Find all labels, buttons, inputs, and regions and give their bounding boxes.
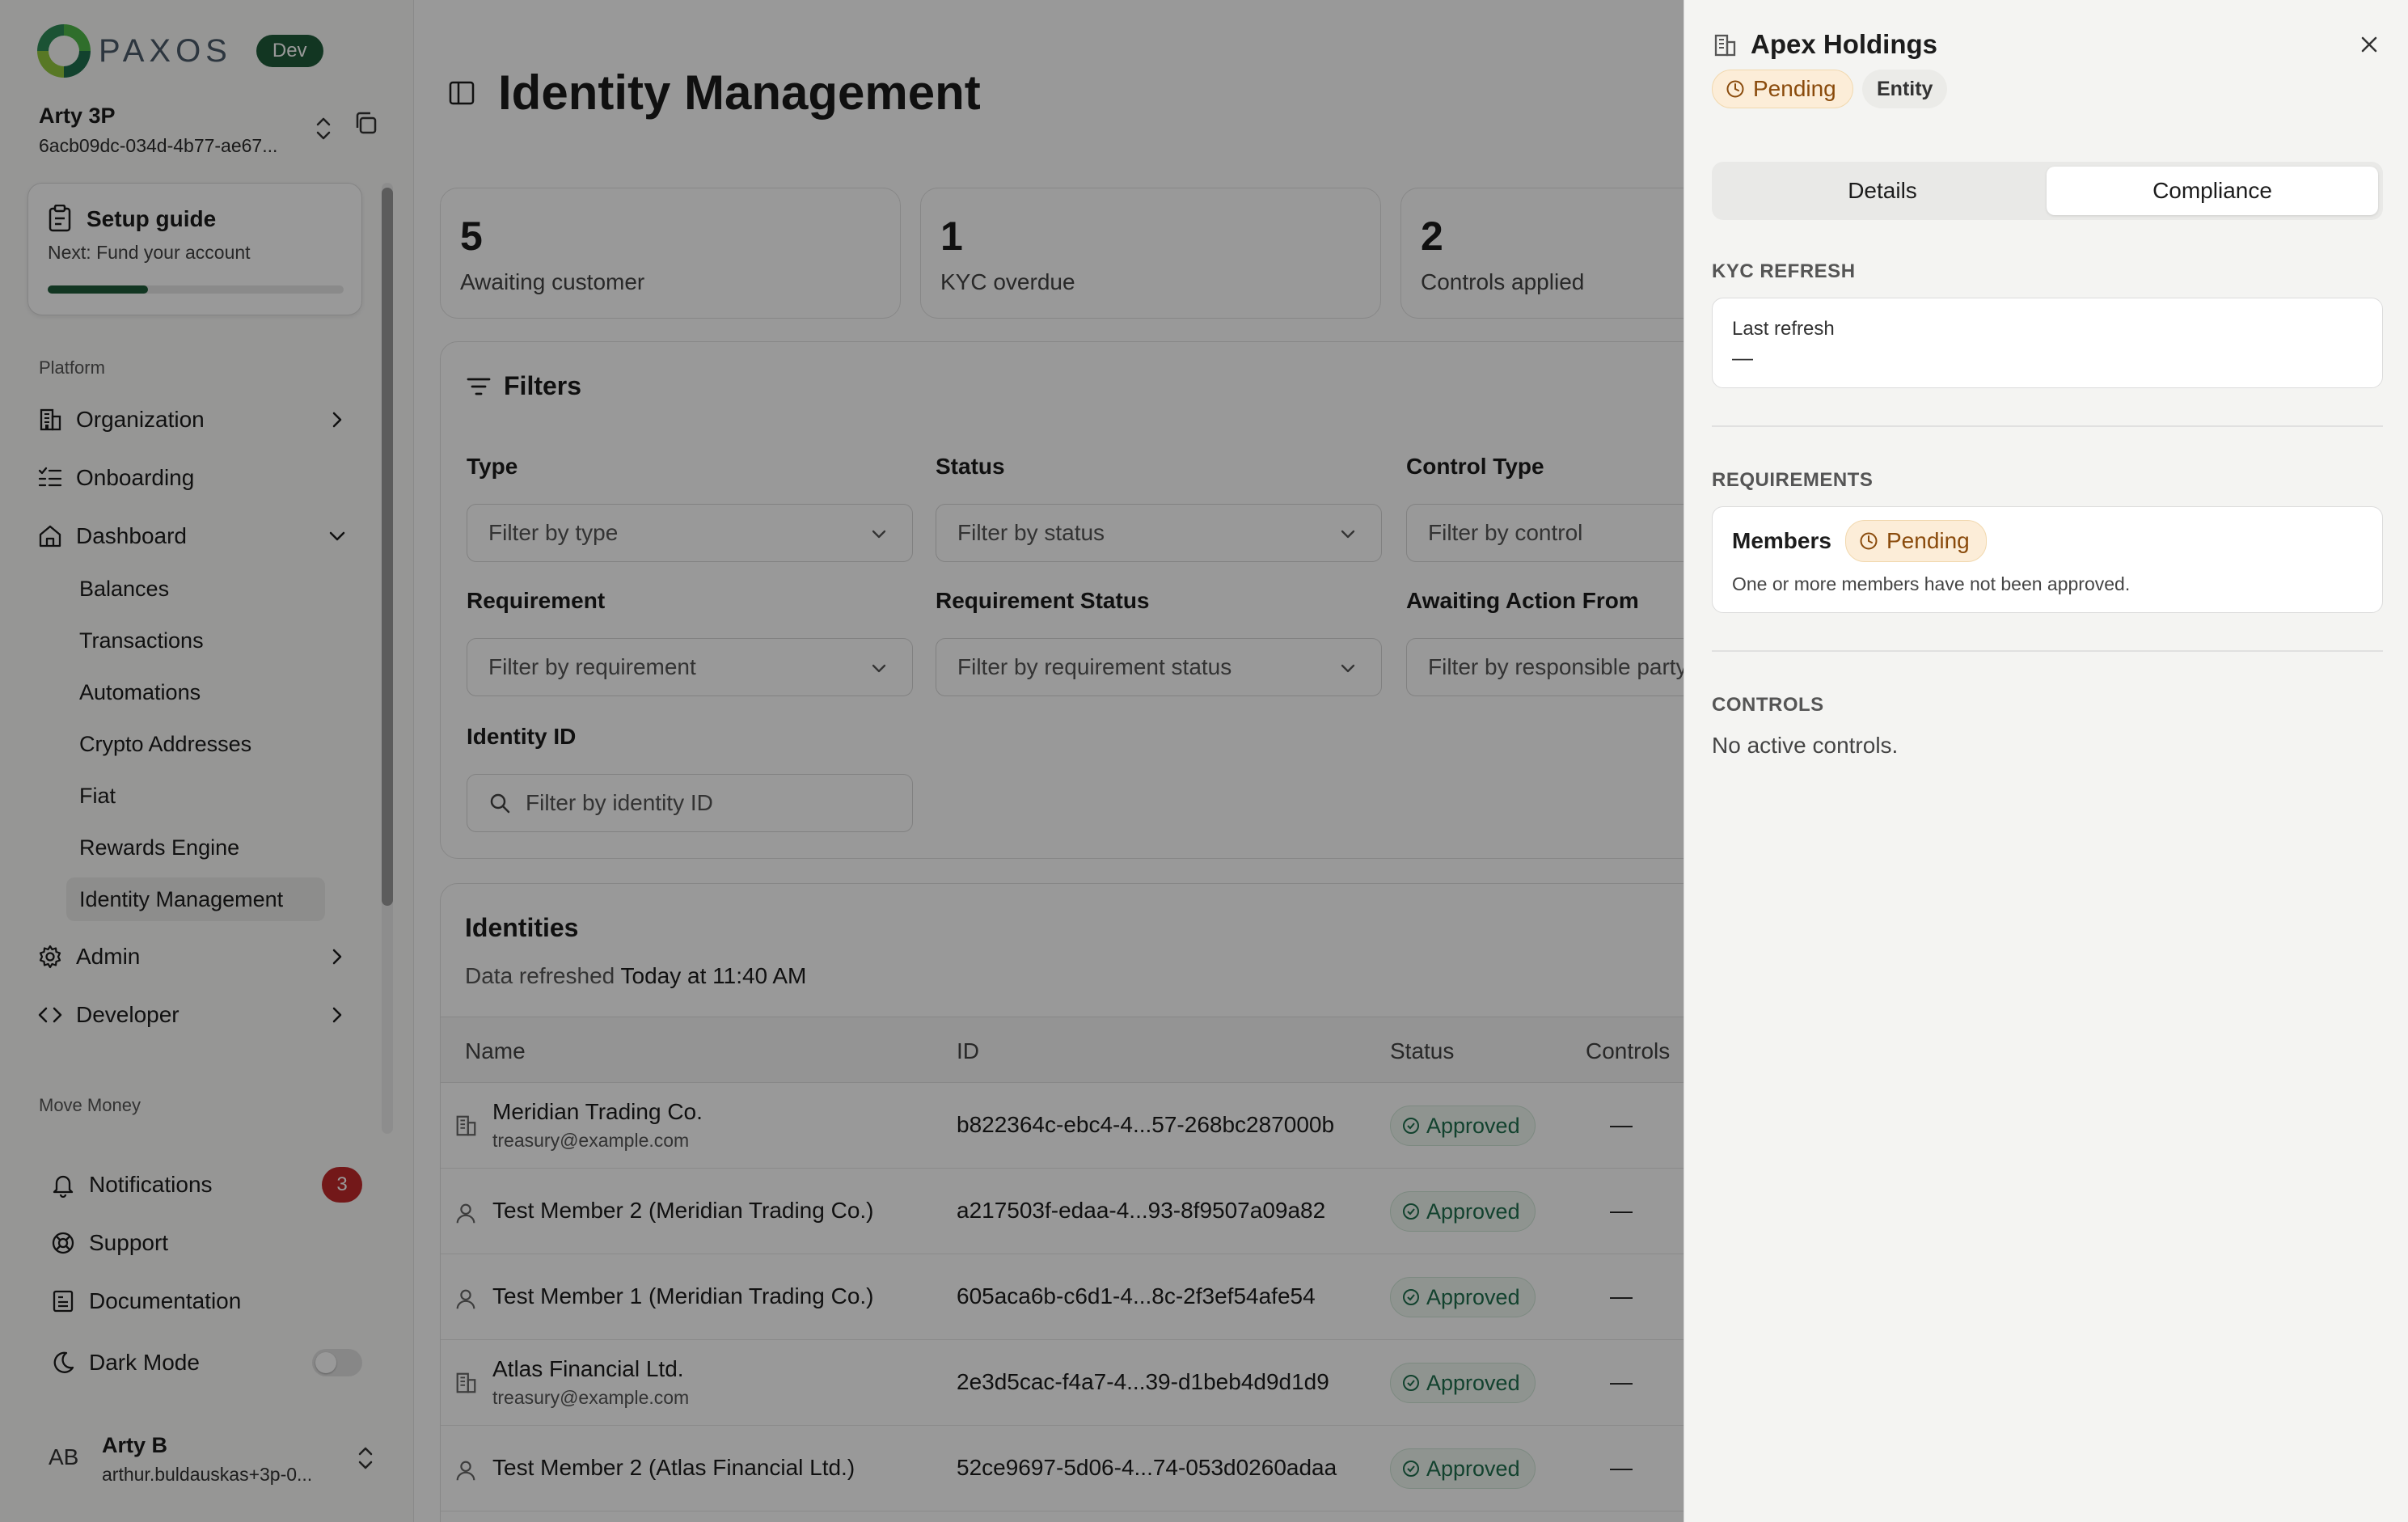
status-badge: Pending [1712, 70, 1853, 108]
tab-details[interactable]: Details [1717, 167, 2048, 215]
requirement-description: One or more members have not been approv… [1732, 573, 2131, 594]
building-icon [1714, 34, 1736, 57]
tab-compliance[interactable]: Compliance [2047, 167, 2378, 215]
drawer-title: Apex Holdings [1751, 29, 1938, 59]
last-refresh-label: Last refresh [1732, 318, 1835, 340]
modal-backdrop[interactable] [0, 0, 1683, 1522]
divider [1712, 425, 2383, 427]
requirement-name: Members [1732, 528, 1831, 553]
divider [1712, 650, 2383, 652]
requirement-status-badge: Pending [1845, 520, 1987, 562]
requirement-card-members: Members Pending One or more members have… [1712, 506, 2383, 613]
controls-empty-text: No active controls. [1712, 733, 1899, 758]
controls-section-label: CONTROLS [1712, 694, 1824, 716]
clock-icon [1726, 80, 1744, 98]
identity-detail-drawer: Apex Holdings Pending Entity Details Com… [1683, 0, 2408, 1522]
clock-icon [1860, 532, 1878, 550]
type-badge: Entity [1862, 70, 1948, 108]
status-text: Pending [1753, 76, 1836, 101]
last-refresh-value: — [1732, 345, 1753, 370]
close-icon[interactable] [2357, 32, 2381, 57]
kyc-refresh-card: Last refresh — [1712, 298, 2383, 388]
status-text: Pending [1886, 528, 1970, 553]
requirements-section-label: REQUIREMENTS [1712, 469, 1874, 491]
kyc-refresh-section-label: KYC REFRESH [1712, 260, 1856, 282]
drawer-tabs: Details Compliance [1712, 162, 2383, 220]
